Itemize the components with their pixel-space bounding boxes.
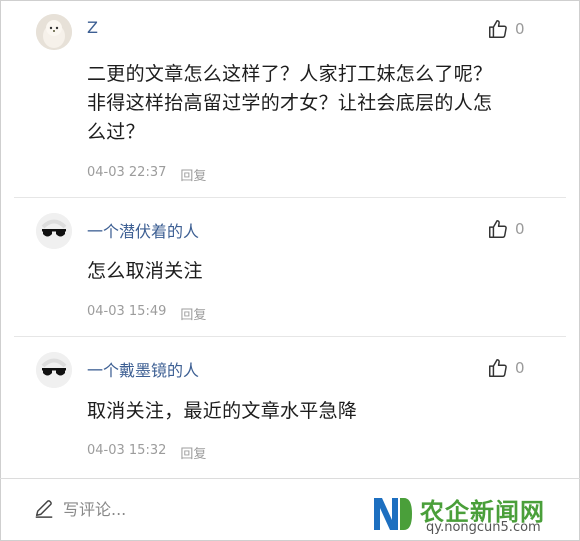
- like-button[interactable]: 0: [487, 18, 525, 40]
- comment-timestamp: 04-03 15:49: [87, 304, 167, 319]
- comment-username[interactable]: 一个戴墨镜的人: [87, 357, 199, 381]
- comment-text-line: 么过？: [87, 121, 145, 143]
- like-count: 0: [515, 20, 525, 38]
- comment-text-line: 取消关注，最近的文章水平急降: [87, 400, 358, 422]
- comment-text: 二更的文章怎么这样了？人家打工妹怎么了呢？ 非得这样抬高留过学的才女？让社会底层…: [87, 60, 527, 147]
- comment-text: 取消关注，最近的文章水平急降: [87, 397, 527, 426]
- pencil-icon: [35, 500, 53, 518]
- thumbs-up-icon: [489, 20, 507, 38]
- like-count: 0: [515, 220, 525, 238]
- user-avatar[interactable]: [36, 352, 72, 388]
- watermark: 农企新闻网 qy.nongcun5.com: [370, 490, 570, 540]
- footer-divider: [0, 478, 580, 479]
- thumbs-up-icon: [489, 220, 507, 238]
- sunglasses-avatar-icon: [36, 352, 72, 388]
- comment-meta: 04-03 15:49 回复: [87, 304, 206, 323]
- comment-meta: 04-03 22:37 回复: [87, 165, 206, 184]
- like-button[interactable]: 0: [487, 357, 525, 379]
- user-avatar[interactable]: [36, 213, 72, 249]
- comment-text-line: 非得这样抬高留过学的才女？让社会底层的人怎: [87, 92, 493, 114]
- comment-text: 怎么取消关注: [87, 257, 527, 286]
- like-count: 0: [515, 359, 525, 377]
- thumbs-up-icon: [489, 359, 507, 377]
- sunglasses-avatar-icon: [36, 213, 72, 249]
- write-comment-placeholder: 写评论...: [63, 500, 127, 519]
- write-comment-input[interactable]: 写评论...: [33, 496, 126, 520]
- reply-button[interactable]: 回复: [180, 304, 206, 323]
- like-button[interactable]: 0: [487, 218, 525, 240]
- watermark-url: qy.nongcun5.com: [426, 520, 541, 535]
- divider: [14, 336, 566, 337]
- reply-button[interactable]: 回复: [180, 443, 206, 462]
- reply-button[interactable]: 回复: [180, 165, 206, 184]
- comment-meta: 04-03 15:32 回复: [87, 443, 206, 462]
- dog-avatar-icon: [36, 14, 72, 50]
- comment-text-line: 怎么取消关注: [87, 260, 203, 282]
- user-avatar[interactable]: [36, 14, 72, 50]
- comment-username[interactable]: 一个潜伏着的人: [87, 218, 199, 242]
- comment-username[interactable]: Z: [87, 18, 98, 37]
- comment-timestamp: 04-03 22:37: [87, 165, 167, 180]
- comment-text-line: 二更的文章怎么这样了？人家打工妹怎么了呢？: [87, 63, 493, 85]
- nongcun-logo-icon: [374, 498, 412, 530]
- comment-timestamp: 04-03 15:32: [87, 443, 167, 458]
- divider: [14, 197, 566, 198]
